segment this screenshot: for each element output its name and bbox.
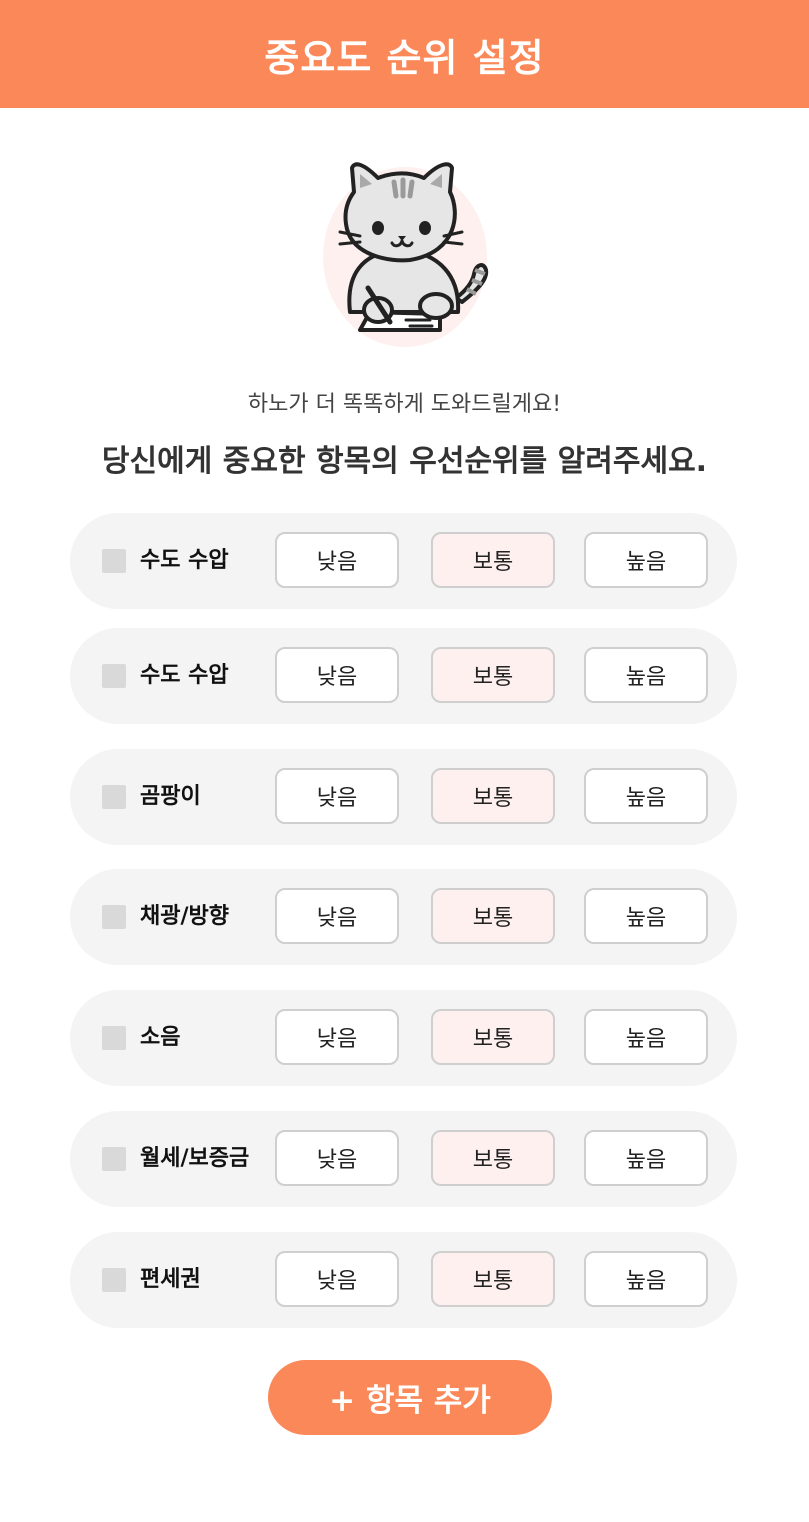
add-item-button[interactable]: + 항목 추가 bbox=[268, 1360, 552, 1435]
priority-medium-button[interactable]: 보통 bbox=[431, 647, 555, 703]
intro-subtitle: 하노가 더 똑똑하게 도와드릴게요! bbox=[247, 392, 562, 417]
priority-medium-button[interactable]: 보통 bbox=[431, 1130, 555, 1186]
priority-medium-button[interactable]: 보통 bbox=[431, 1251, 555, 1307]
row-label: 채광/방향 bbox=[140, 904, 229, 929]
priority-high-button[interactable]: 높음 bbox=[584, 647, 708, 703]
app-header: 중요도 순위 설정 bbox=[0, 0, 809, 108]
row-checkbox[interactable] bbox=[102, 664, 126, 688]
priority-low-button[interactable]: 낮음 bbox=[275, 1009, 399, 1065]
priority-low-button[interactable]: 낮음 bbox=[275, 1130, 399, 1186]
priority-medium-button[interactable]: 보통 bbox=[431, 888, 555, 944]
priority-row: 수도 수압 낮음 보통 높음 bbox=[70, 513, 737, 609]
priority-high-button[interactable]: 높음 bbox=[584, 1130, 708, 1186]
priority-row: 월세/보증금 낮음 보통 높음 bbox=[70, 1111, 737, 1207]
priority-low-button[interactable]: 낮음 bbox=[275, 1251, 399, 1307]
row-label: 수도 수압 bbox=[140, 548, 229, 573]
priority-high-button[interactable]: 높음 bbox=[584, 532, 708, 588]
row-label: 월세/보증금 bbox=[140, 1146, 250, 1171]
priority-high-button[interactable]: 높음 bbox=[584, 1251, 708, 1307]
row-checkbox[interactable] bbox=[102, 1147, 126, 1171]
priority-medium-button[interactable]: 보통 bbox=[431, 768, 555, 824]
row-checkbox[interactable] bbox=[102, 549, 126, 573]
row-label: 편세권 bbox=[140, 1267, 201, 1292]
row-checkbox[interactable] bbox=[102, 1026, 126, 1050]
page-title: 중요도 순위 설정 bbox=[264, 35, 545, 80]
priority-row: 편세권 낮음 보통 높음 bbox=[70, 1232, 737, 1328]
row-label: 수도 수압 bbox=[140, 663, 229, 688]
priority-medium-button[interactable]: 보통 bbox=[431, 1009, 555, 1065]
cat-mascot-illustration bbox=[323, 162, 489, 347]
priority-high-button[interactable]: 높음 bbox=[584, 1009, 708, 1065]
priority-medium-button[interactable]: 보통 bbox=[431, 532, 555, 588]
row-checkbox[interactable] bbox=[102, 905, 126, 929]
priority-low-button[interactable]: 낮음 bbox=[275, 888, 399, 944]
row-label: 소음 bbox=[140, 1025, 181, 1050]
priority-row: 채광/방향 낮음 보통 높음 bbox=[70, 869, 737, 965]
priority-low-button[interactable]: 낮음 bbox=[275, 647, 399, 703]
priority-high-button[interactable]: 높음 bbox=[584, 888, 708, 944]
intro-headline: 당신에게 중요한 항목의 우선순위를 알려주세요. bbox=[101, 444, 708, 479]
priority-low-button[interactable]: 낮음 bbox=[275, 532, 399, 588]
row-label: 곰팡이 bbox=[140, 784, 201, 809]
row-checkbox[interactable] bbox=[102, 785, 126, 809]
priority-row: 소음 낮음 보통 높음 bbox=[70, 990, 737, 1086]
row-checkbox[interactable] bbox=[102, 1268, 126, 1292]
priority-row: 수도 수압 낮음 보통 높음 bbox=[70, 628, 737, 724]
priority-row: 곰팡이 낮음 보통 높음 bbox=[70, 749, 737, 845]
priority-low-button[interactable]: 낮음 bbox=[275, 768, 399, 824]
priority-high-button[interactable]: 높음 bbox=[584, 768, 708, 824]
